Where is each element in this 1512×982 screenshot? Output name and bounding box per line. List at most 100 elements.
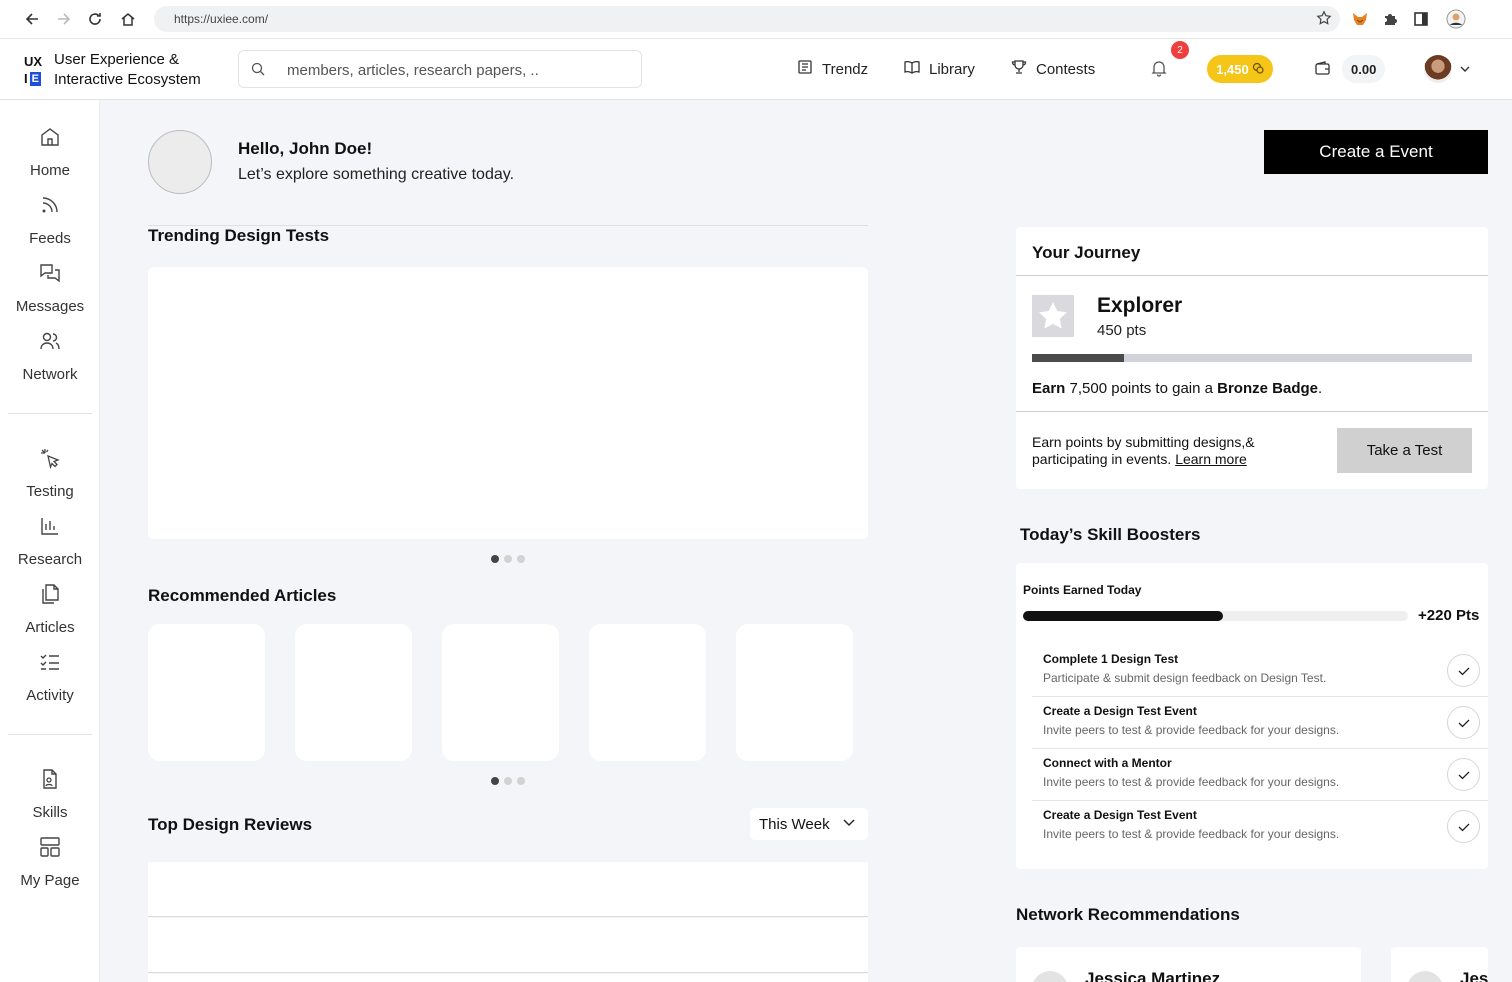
book-icon (904, 59, 920, 79)
points-today-value: +220 Pts (1418, 607, 1480, 624)
article-card[interactable] (295, 624, 412, 761)
task-title: Connect with a Mentor (1043, 756, 1172, 770)
back-arrow-icon[interactable] (22, 9, 42, 29)
brand-logo[interactable]: UX I E (24, 53, 46, 87)
sidebar-item-network[interactable]: Network (0, 330, 100, 383)
carousel-dot[interactable] (517, 555, 525, 563)
fox-extension-icon[interactable] (1350, 9, 1370, 29)
home-browser-icon[interactable] (118, 9, 138, 29)
wallet-balance[interactable]: 0.00 (1342, 55, 1386, 83)
puzzle-extension-icon[interactable] (1380, 9, 1400, 29)
sidebar-item-activity[interactable]: Activity (0, 651, 100, 704)
nav-library[interactable]: Library (904, 59, 975, 79)
brand-name[interactable]: User Experience & Interactive Ecosystem (54, 50, 201, 90)
logo-i: I (24, 71, 28, 86)
journey-description: Earn points by submitting designs,& part… (1032, 434, 1322, 468)
people-icon (39, 330, 61, 356)
search-input[interactable] (287, 59, 627, 81)
sidebar-item-testing[interactable]: Testing (0, 447, 100, 500)
search-box[interactable] (238, 50, 642, 88)
journey-level: Explorer (1097, 294, 1183, 317)
learn-more-link[interactable]: Learn more (1175, 451, 1247, 467)
reviews-title: Top Design Reviews (148, 815, 313, 834)
check-icon[interactable] (1447, 810, 1480, 843)
sidebar-item-messages[interactable]: Messages (0, 262, 100, 315)
divider (1016, 411, 1488, 412)
sidebar-item-articles[interactable]: Articles (0, 583, 100, 636)
reviews-period-select[interactable]: This Week (750, 808, 868, 840)
sidebar-item-label: Research (17, 551, 83, 568)
article-card[interactable] (148, 624, 265, 761)
carousel-dot[interactable] (491, 777, 499, 785)
task-desc: Participate & submit design feedback on … (1043, 671, 1327, 685)
review-row[interactable] (148, 862, 868, 917)
carousel-dot[interactable] (517, 777, 525, 785)
logo-ux: UX (24, 54, 43, 69)
sidepanel-icon[interactable] (1411, 9, 1431, 29)
check-icon[interactable] (1447, 706, 1480, 739)
bookmark-star-icon[interactable] (1316, 10, 1332, 31)
sidebar-item-label: Feeds (29, 230, 71, 247)
level-star-icon (1032, 295, 1074, 337)
article-card[interactable] (736, 624, 853, 761)
profile-browser-icon[interactable] (1446, 9, 1466, 29)
nav-trendz-label: Trendz (822, 60, 869, 78)
sidebar-item-my-page[interactable]: My Page (0, 836, 100, 889)
review-row[interactable] (148, 974, 868, 982)
earn-suffix: . (1318, 380, 1323, 397)
network-person-card[interactable]: Jes (1391, 947, 1488, 982)
forward-arrow-icon[interactable] (54, 9, 74, 29)
chevron-down-icon (842, 815, 856, 833)
check-icon[interactable] (1447, 758, 1480, 791)
person-name: Jes (1460, 969, 1488, 982)
divider (1016, 275, 1488, 276)
coins-balance[interactable]: 1,450 (1207, 55, 1273, 83)
user-avatar[interactable] (1424, 55, 1452, 83)
chevron-down-icon[interactable] (1459, 62, 1471, 80)
booster-task[interactable]: Create a Design Test Event Invite peers … (1032, 697, 1488, 749)
journey-card: Your Journey Explorer 450 pts Earn 7,500… (1016, 227, 1488, 489)
sidebar-item-label: My Page (20, 872, 80, 889)
reviews-period-value: This Week (759, 815, 830, 833)
earn-prefix: Earn (1032, 380, 1066, 397)
network-person-card[interactable]: Jessica Martinez (1016, 947, 1361, 982)
carousel-dot[interactable] (504, 555, 512, 563)
bell-icon[interactable] (1150, 59, 1168, 82)
review-row[interactable] (148, 918, 868, 973)
article-card[interactable] (589, 624, 706, 761)
articles-title: Recommended Articles (148, 586, 337, 605)
article-card[interactable] (442, 624, 559, 761)
brand-name-line1: User Experience & (54, 51, 180, 68)
skill-document-icon (39, 768, 61, 794)
trending-title: Trending Design Tests (148, 226, 330, 245)
notification-count-badge: 2 (1171, 41, 1189, 59)
nav-trendz[interactable]: Trendz (797, 59, 868, 79)
sidebar-item-skills[interactable]: Skills (0, 768, 100, 821)
booster-task[interactable]: Create a Design Test Event Invite peers … (1032, 801, 1488, 853)
sidebar-item-home[interactable]: Home (0, 126, 100, 179)
carousel-dot[interactable] (504, 777, 512, 785)
wallet-icon[interactable] (1314, 60, 1331, 82)
journey-points: 450 pts (1097, 322, 1147, 339)
rss-feed-icon (39, 194, 61, 220)
sidebar-item-research[interactable]: Research (0, 515, 100, 568)
booster-task[interactable]: Connect with a Mentor Invite peers to te… (1032, 749, 1488, 801)
create-event-button[interactable]: Create a Event (1264, 130, 1488, 174)
carousel-dot[interactable] (491, 555, 499, 563)
sidebar-divider (8, 734, 92, 735)
address-bar[interactable]: https://uxiee.com/ (154, 6, 1340, 32)
trending-carousel-card[interactable] (148, 267, 868, 539)
booster-task[interactable]: Complete 1 Design Test Participate & sub… (1032, 645, 1488, 697)
home-icon (39, 126, 61, 152)
sidebar-item-feeds[interactable]: Feeds (0, 194, 100, 247)
reload-icon[interactable] (85, 9, 105, 29)
person-avatar (1407, 971, 1443, 982)
take-test-button[interactable]: Take a Test (1337, 428, 1472, 473)
bar-chart-icon (39, 515, 61, 541)
cursor-click-icon (39, 447, 61, 473)
profile-avatar[interactable] (148, 130, 212, 194)
check-icon[interactable] (1447, 654, 1480, 687)
nav-contests[interactable]: Contests (1011, 59, 1095, 79)
logo-ie: I E (24, 70, 46, 87)
browser-toolbar: https://uxiee.com/ (0, 0, 1512, 39)
